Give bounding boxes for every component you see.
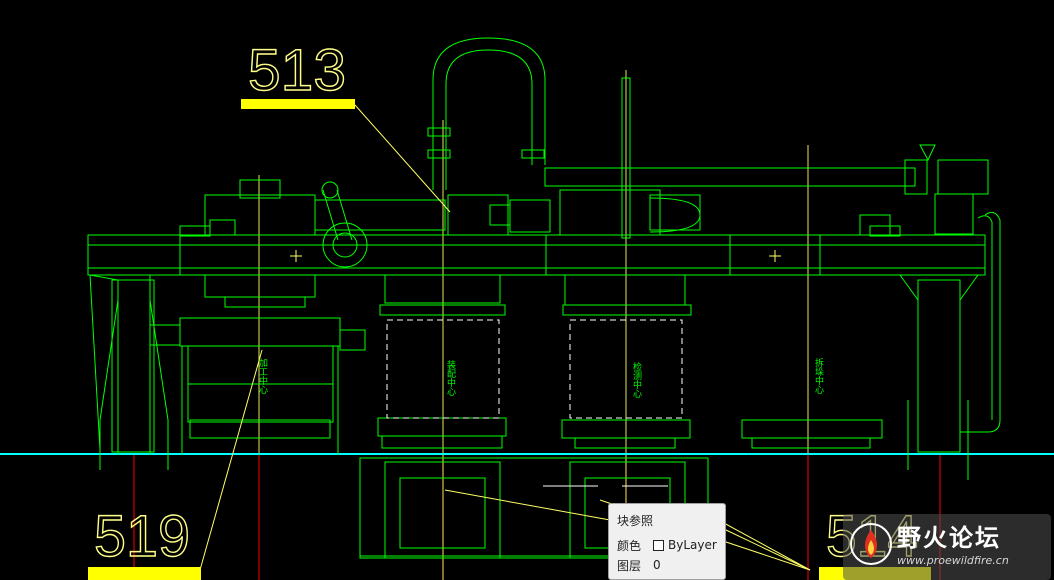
tooltip-layer-value: 0 xyxy=(653,558,661,572)
axis-lines xyxy=(258,70,809,580)
callout-513: 513 xyxy=(248,38,346,103)
color-swatch-icon xyxy=(653,539,664,551)
tooltip-color-key: 颜色 xyxy=(617,538,642,553)
flame-logo-icon xyxy=(850,523,892,565)
tooltip-color-value: ByLayer xyxy=(668,538,717,552)
machine-frame xyxy=(87,37,1001,559)
center-labels: 加工中心 装配中心 检测中心 拆垛中心 xyxy=(257,357,824,398)
leader-lines xyxy=(199,104,811,571)
center-label-c: 检测中心 xyxy=(631,361,642,398)
forum-watermark: 野火论坛 www.proewildfire.cn xyxy=(843,514,1051,580)
label-bars xyxy=(88,99,931,580)
tooltip-title: 块参照 xyxy=(617,514,654,528)
center-label-d: 拆垛中心 xyxy=(813,357,824,394)
cad-drawing-canvas[interactable]: 加工中心 装配中心 检测中心 拆垛中心 513 519 514 xyxy=(0,0,1054,580)
tooltip-layer-row: 图层 0 xyxy=(617,555,717,575)
tooltip-layer-key: 图层 xyxy=(617,558,642,573)
center-label-b: 装配中心 xyxy=(445,359,456,396)
callout-519: 519 xyxy=(94,504,190,569)
center-lines xyxy=(133,455,941,580)
callout-numbers: 513 519 514 xyxy=(93,37,918,569)
watermark-chinese: 野火论坛 xyxy=(897,524,1001,552)
watermark-url: www.proewildfire.cn xyxy=(897,554,1009,567)
tooltip-color-row: 颜色 ByLayer xyxy=(617,535,717,555)
block-reference-tooltip: 块参照 颜色 ByLayer 图层 0 xyxy=(608,503,726,580)
